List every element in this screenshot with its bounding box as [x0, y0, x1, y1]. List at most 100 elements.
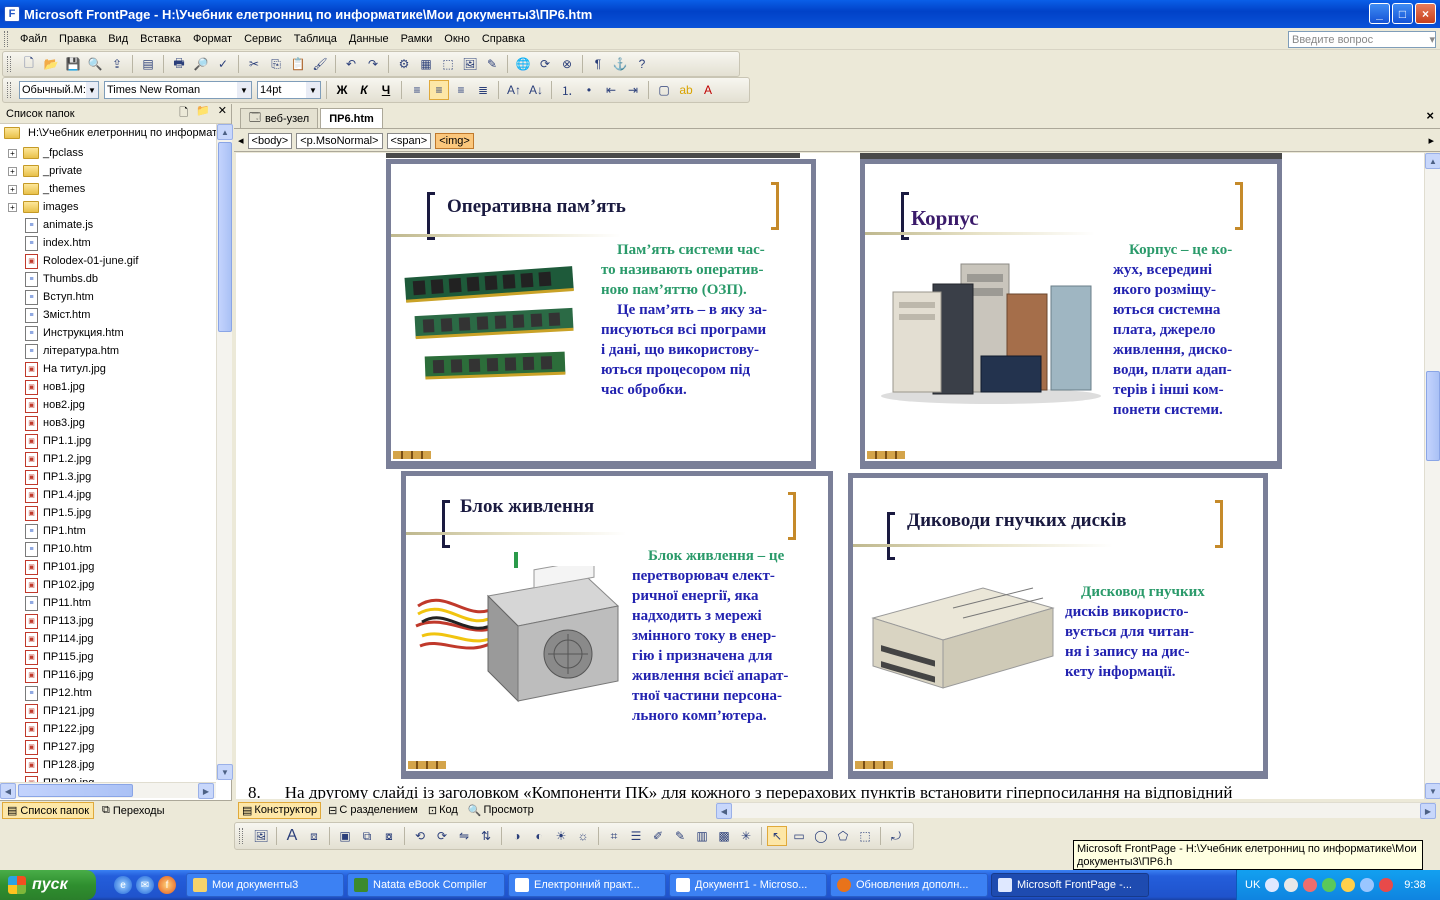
file-item[interactable]: ▣ нов1.jpg: [0, 378, 216, 396]
restore-icon[interactable]: ✳: [736, 826, 756, 846]
file-item[interactable]: ▣ ПР121.jpg: [0, 702, 216, 720]
underline-button[interactable]: Ч: [376, 80, 396, 100]
menu-tools[interactable]: Сервис: [238, 31, 288, 47]
close-button[interactable]: ×: [1415, 3, 1436, 24]
language-indicator[interactable]: UK: [1245, 879, 1260, 891]
menu-file[interactable]: Файл: [14, 31, 53, 47]
decrease-indent-icon[interactable]: ⇤: [601, 80, 621, 100]
style-select[interactable]: Обычный.M: ▼: [19, 81, 99, 99]
menu-insert[interactable]: Вставка: [134, 31, 187, 47]
save-icon[interactable]: 💾: [63, 54, 83, 74]
menu-edit[interactable]: Правка: [53, 31, 102, 47]
scroll-up-icon[interactable]: ▲: [217, 124, 233, 140]
file-item[interactable]: ▣ Rolodex-01-june.gif: [0, 252, 216, 270]
color-icon[interactable]: ✎: [670, 826, 690, 846]
insert-picture-icon[interactable]: 🖼: [460, 54, 480, 74]
tag-nav-left-icon[interactable]: ◂: [238, 134, 244, 147]
slide-nav-buttons[interactable]: [855, 761, 893, 769]
bullets-icon[interactable]: •: [579, 80, 599, 100]
tab-code[interactable]: ⊡ Код: [425, 803, 461, 818]
font-color-icon[interactable]: A: [698, 80, 718, 100]
folder-item[interactable]: + _themes: [0, 180, 216, 198]
chevron-down-icon[interactable]: ▼: [306, 82, 320, 98]
file-item[interactable]: ≡ ПР10.htm: [0, 540, 216, 558]
file-item[interactable]: ≡ index.htm: [0, 234, 216, 252]
file-item[interactable]: ▣ ПР115.jpg: [0, 648, 216, 666]
auto-thumbnail-icon[interactable]: ⧈: [304, 826, 324, 846]
tab-navigation[interactable]: ⧉ Переходы: [98, 803, 168, 818]
file-item[interactable]: ≡ Thumbs.db: [0, 270, 216, 288]
less-contrast-icon[interactable]: ◐: [529, 826, 549, 846]
tag-body[interactable]: <body>: [247, 132, 293, 149]
tab-website[interactable]: 🗔 веб-узел: [240, 108, 319, 128]
menu-data[interactable]: Данные: [343, 31, 395, 47]
circle-hotspot-icon[interactable]: ◯: [811, 826, 831, 846]
file-item[interactable]: ▣ ПР1.1.jpg: [0, 432, 216, 450]
resample-icon[interactable]: ▩: [714, 826, 734, 846]
task-word-document1[interactable]: Документ1 - Microso...: [669, 873, 827, 897]
task-word-practicum[interactable]: Електронний практ...: [508, 873, 666, 897]
expand-icon[interactable]: +: [8, 148, 17, 158]
file-item[interactable]: ≡ література.htm: [0, 342, 216, 360]
spelling-icon[interactable]: ✓: [213, 54, 233, 74]
file-item[interactable]: ▣ ПР113.jpg: [0, 612, 216, 630]
frontpage-app-icon[interactable]: F: [4, 6, 20, 22]
file-item[interactable]: ≡ animate.js: [0, 216, 216, 234]
scroll-down-icon[interactable]: ▼: [217, 764, 233, 780]
toolbar-grip[interactable]: [7, 82, 11, 98]
menu-window[interactable]: Окно: [438, 31, 476, 47]
file-item[interactable]: ≡ Зміст.htm: [0, 306, 216, 324]
insert-layer-icon[interactable]: ⬚: [438, 54, 458, 74]
menu-table[interactable]: Таблица: [288, 31, 343, 47]
paste-icon[interactable]: 📋: [288, 54, 308, 74]
expand-icon[interactable]: +: [8, 184, 17, 194]
cut-icon[interactable]: ✂: [244, 54, 264, 74]
slide-nav-buttons[interactable]: [867, 451, 905, 459]
numbering-icon[interactable]: ⒈: [557, 80, 577, 100]
file-item[interactable]: ▣ нов3.jpg: [0, 414, 216, 432]
tray-app-icon[interactable]: [1341, 878, 1356, 892]
task-frontpage[interactable]: Microsoft FrontPage -...: [991, 873, 1149, 897]
copy-icon[interactable]: ⎘: [266, 54, 286, 74]
redo-icon[interactable]: ↷: [363, 54, 383, 74]
search-icon[interactable]: 🔍: [85, 54, 105, 74]
italic-button[interactable]: К: [354, 80, 374, 100]
more-contrast-icon[interactable]: ◑: [507, 826, 527, 846]
file-item[interactable]: ▣ ПР1.4.jpg: [0, 486, 216, 504]
menu-frames[interactable]: Рамки: [395, 31, 439, 47]
scroll-down-icon[interactable]: ▼: [1425, 783, 1440, 799]
chevron-down-icon[interactable]: ▾: [1429, 33, 1435, 46]
print-icon[interactable]: 🖶: [169, 54, 189, 74]
menu-help[interactable]: Справка: [476, 31, 531, 47]
scroll-left-icon[interactable]: ◀: [0, 783, 16, 799]
page-editor[interactable]: Оперативна пам’ять Пам’ять системи час-т…: [236, 153, 1424, 799]
internet-explorer-icon[interactable]: e: [114, 876, 132, 894]
help-icon[interactable]: ?: [632, 54, 652, 74]
crop-icon[interactable]: ⌗: [604, 826, 624, 846]
tab-page[interactable]: ПР6.htm: [320, 108, 383, 128]
align-left-icon[interactable]: ≡: [407, 80, 427, 100]
close-icon[interactable]: ✕: [218, 104, 227, 123]
file-item[interactable]: ▣ ПР127.jpg: [0, 738, 216, 756]
file-item[interactable]: ≡ ПР1.htm: [0, 522, 216, 540]
new-folder-icon[interactable]: 📁: [196, 104, 210, 123]
tag-img[interactable]: <img>: [435, 132, 474, 149]
scroll-thumb[interactable]: [18, 784, 133, 797]
align-right-icon[interactable]: ≡: [451, 80, 471, 100]
bevel-icon[interactable]: ▥: [692, 826, 712, 846]
justify-icon[interactable]: ≣: [473, 80, 493, 100]
highlight-hotspots-icon[interactable]: ⬚: [855, 826, 875, 846]
tag-span[interactable]: <span>: [386, 132, 432, 149]
toolbar-grip[interactable]: [239, 828, 243, 844]
chevron-down-icon[interactable]: ▼: [237, 82, 251, 98]
security-icon[interactable]: [1379, 878, 1394, 892]
slide-case[interactable]: Корпус Корпус – це ко-жух, всередині яког…: [860, 159, 1282, 469]
tag-paragraph[interactable]: <p.MsoNormal>: [296, 132, 383, 149]
scroll-right-icon[interactable]: ▶: [198, 783, 214, 799]
toolbar-grip[interactable]: [7, 56, 11, 72]
slide-nav-buttons[interactable]: [393, 451, 431, 459]
flip-horizontal-icon[interactable]: ⇋: [454, 826, 474, 846]
folder-tree-vscrollbar[interactable]: ▲ ▼: [216, 124, 233, 780]
task-ebook-compiler[interactable]: Natata eBook Compiler: [347, 873, 505, 897]
file-item[interactable]: ▣ ПР114.jpg: [0, 630, 216, 648]
